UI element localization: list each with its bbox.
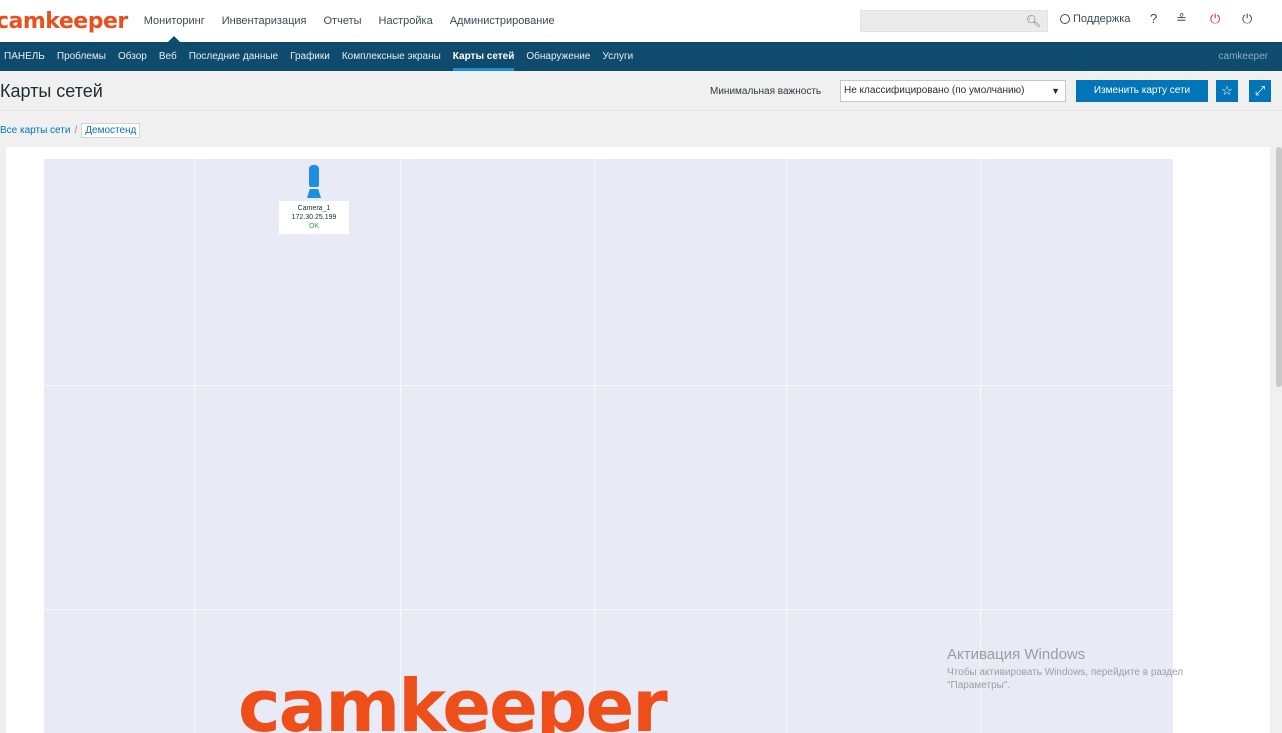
map-node-camera[interactable]: Camera_1 172.30.25.199 OK: [279, 165, 349, 234]
search-icon[interactable]: 🔍︎: [1026, 14, 1041, 28]
breadcrumb-all-maps[interactable]: Все карты сети: [0, 125, 70, 136]
subnav-overview[interactable]: Обзор: [118, 42, 147, 71]
activation-line1: Чтобы активировать Windows, перейдите в …: [947, 667, 1184, 678]
nav-monitoring[interactable]: Мониторинг: [144, 0, 205, 42]
activation-title: Активация Windows: [947, 646, 1086, 663]
grid-line: [194, 159, 195, 733]
current-user: camkeeper: [1218, 51, 1268, 62]
main-nav: Мониторинг Инвентаризация Отчеты Настрой…: [144, 0, 572, 42]
power-icon[interactable]: ⏻: [1210, 11, 1220, 27]
node-ip: 172.30.25.199: [291, 214, 337, 221]
favorite-star-icon[interactable]: ☆: [1216, 80, 1238, 102]
windows-activation-overlay: Активация Windows Чтобы активировать Win…: [947, 646, 1183, 691]
nav-inventory[interactable]: Инвентаризация: [222, 0, 307, 42]
grid-line: [44, 609, 1173, 610]
subnav-services[interactable]: Услуги: [602, 42, 633, 71]
activation-line2: "Параметры".: [947, 680, 1011, 691]
nav-reports[interactable]: Отчеты: [324, 0, 362, 42]
help-icon[interactable]: ?: [1150, 11, 1157, 26]
fullscreen-icon[interactable]: ⤢: [1249, 80, 1271, 102]
subnav-web[interactable]: Веб: [159, 42, 177, 71]
camkeeper-logo[interactable]: camkeeper: [0, 9, 128, 34]
grid-line: [400, 159, 401, 733]
grid-line: [786, 159, 787, 733]
support-icon: [1060, 14, 1070, 24]
subnav-maps[interactable]: Карты сетей: [452, 42, 514, 71]
search-input[interactable]: 🔍︎: [860, 10, 1048, 32]
chevron-down-icon: ▼: [1051, 86, 1060, 96]
nav-administration[interactable]: Администрирование: [450, 0, 555, 42]
grid-line: [594, 159, 595, 733]
subnav-screens[interactable]: Комплексные экраны: [342, 42, 441, 71]
min-severity-value: Не классифицировано (по умолчанию): [844, 85, 1025, 96]
node-status: OK: [308, 223, 320, 230]
nav-configuration[interactable]: Настройка: [379, 0, 433, 42]
support-label: Поддержка: [1073, 13, 1131, 25]
breadcrumb-separator: /: [74, 124, 78, 136]
camera-icon: [307, 165, 321, 199]
map-background-logo: camkeeper: [238, 664, 668, 733]
min-severity-select[interactable]: Не классифицировано (по умолчанию) ▼: [840, 80, 1066, 102]
subnav-discovery[interactable]: Обнаружение: [526, 42, 590, 71]
subnav-dashboard[interactable]: ПАНЕЛЬ: [4, 42, 45, 71]
subnav-graphs[interactable]: Графики: [290, 42, 330, 71]
page-scrollbar[interactable]: [1276, 147, 1282, 387]
breadcrumb-current-map[interactable]: Демостенд: [81, 122, 141, 138]
min-severity-label: Минимальная важность: [710, 86, 822, 97]
page-header: Карты сетей Минимальная важность Не клас…: [0, 71, 1282, 111]
support-link[interactable]: Поддержка: [1060, 13, 1130, 25]
user-profile-icon[interactable]: ≗: [1176, 11, 1187, 27]
breadcrumb: Все карты сети / Демостенд: [0, 121, 141, 139]
page-title: Карты сетей: [0, 81, 103, 101]
node-name: Camera_1: [297, 205, 331, 212]
subnav-latest-data[interactable]: Последние данные: [189, 42, 278, 71]
sign-out-icon[interactable]: ⏻: [1242, 11, 1252, 27]
grid-line: [44, 385, 1173, 386]
subnav-problems[interactable]: Проблемы: [57, 42, 106, 71]
edit-map-button[interactable]: Изменить карту сети: [1076, 80, 1208, 102]
sub-nav: ПАНЕЛЬ Проблемы Обзор Веб Последние данн…: [0, 42, 1282, 71]
top-bar: camkeeper Мониторинг Инвентаризация Отче…: [0, 0, 1282, 42]
node-label: Camera_1 172.30.25.199 OK: [279, 201, 349, 234]
